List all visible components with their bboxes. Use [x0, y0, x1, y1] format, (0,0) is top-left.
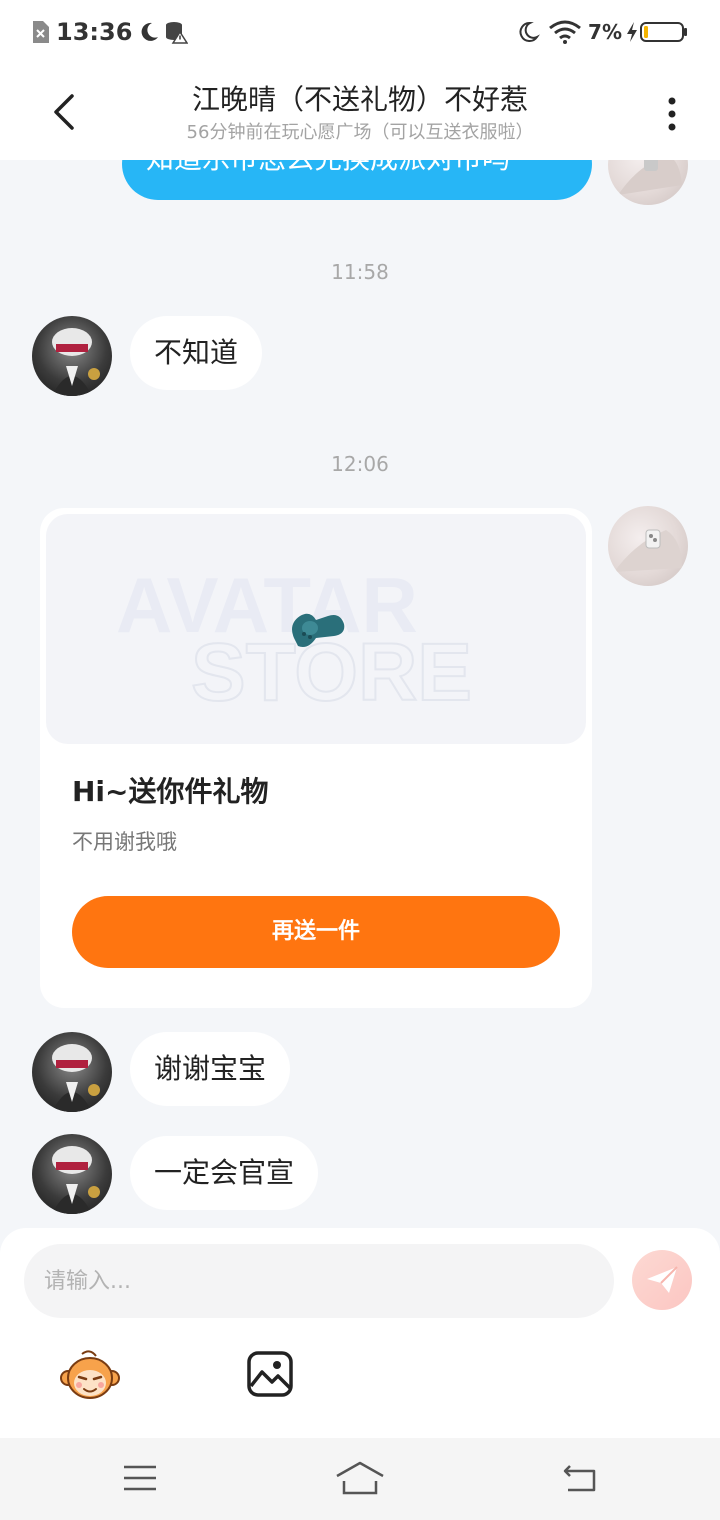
received-message-bubble[interactable]: 不知道: [130, 316, 263, 390]
anime-avatar-icon: [52, 328, 100, 396]
image-button[interactable]: [246, 1350, 294, 1398]
avatar-photo-icon: [614, 529, 682, 572]
moon-icon: [141, 22, 159, 41]
anime-avatar-icon: [52, 1146, 100, 1214]
received-message-bubble[interactable]: 谢谢宝宝: [130, 1032, 291, 1106]
clock: 13:36: [56, 18, 133, 46]
battery-percent: 7%: [588, 20, 622, 44]
contact-avatar[interactable]: [32, 1032, 112, 1112]
chat-area[interactable]: 知道乐币怎么兑换成派对币吗 11:58 不知道 12:06 AVATAR STO…: [0, 0, 720, 1230]
menu-icon: [124, 1465, 156, 1491]
timestamp-label: 11:58: [331, 260, 389, 284]
database-warning-icon: [166, 22, 189, 44]
chat-header: 江晚晴（不送礼物）不好惹 56分钟前在玩心愿广场（可以互送衣服啦）: [0, 64, 720, 160]
anime-avatar-icon: [52, 1044, 100, 1112]
nav-menu-button[interactable]: [110, 1456, 170, 1500]
timestamp-label: 12:06: [331, 452, 389, 476]
chat-subtitle: 56分钟前在玩心愿广场（可以互送衣服啦）: [186, 122, 534, 143]
monkey-emoji-icon: [60, 1350, 120, 1399]
input-panel: [0, 1228, 720, 1438]
my-avatar[interactable]: [608, 506, 688, 586]
send-another-gift-button[interactable]: 再送一件: [72, 896, 560, 968]
gift-title: Hi~送你件礼物: [72, 775, 269, 808]
gift-preview: AVATAR STORE: [46, 514, 586, 744]
moon-icon: [519, 21, 540, 42]
gift-description: 不用谢我哦: [72, 830, 177, 854]
battery-icon: [640, 22, 687, 42]
send-icon: [647, 1266, 678, 1293]
no-sim-icon: [33, 21, 49, 43]
status-bar: 13:36 7%: [0, 0, 720, 64]
emoji-button[interactable]: [60, 1348, 120, 1404]
more-button[interactable]: [652, 92, 692, 136]
nav-home-button[interactable]: [330, 1456, 390, 1500]
wifi-icon: [549, 20, 581, 44]
contact-avatar[interactable]: [32, 316, 112, 396]
home-icon: [336, 1461, 384, 1495]
chat-title: 江晚晴（不送礼物）不好惹: [191, 83, 528, 116]
charging-icon: [627, 22, 637, 42]
gift-card[interactable]: AVATAR STORE Hi~送你件礼物 不用谢我哦 再送一件: [40, 508, 592, 1008]
more-icon: [668, 97, 676, 131]
back-button[interactable]: [40, 88, 88, 136]
back-icon: [54, 94, 74, 130]
message-input[interactable]: [24, 1244, 614, 1318]
system-nav-bar: [0, 1438, 720, 1520]
send-button[interactable]: [632, 1250, 692, 1310]
nav-back-button[interactable]: [550, 1456, 610, 1500]
return-icon: [563, 1465, 596, 1492]
image-icon: [247, 1351, 293, 1397]
contact-avatar[interactable]: [32, 1134, 112, 1214]
received-message-bubble[interactable]: 一定会官宣: [130, 1136, 319, 1210]
pacifier-icon: [292, 613, 345, 647]
